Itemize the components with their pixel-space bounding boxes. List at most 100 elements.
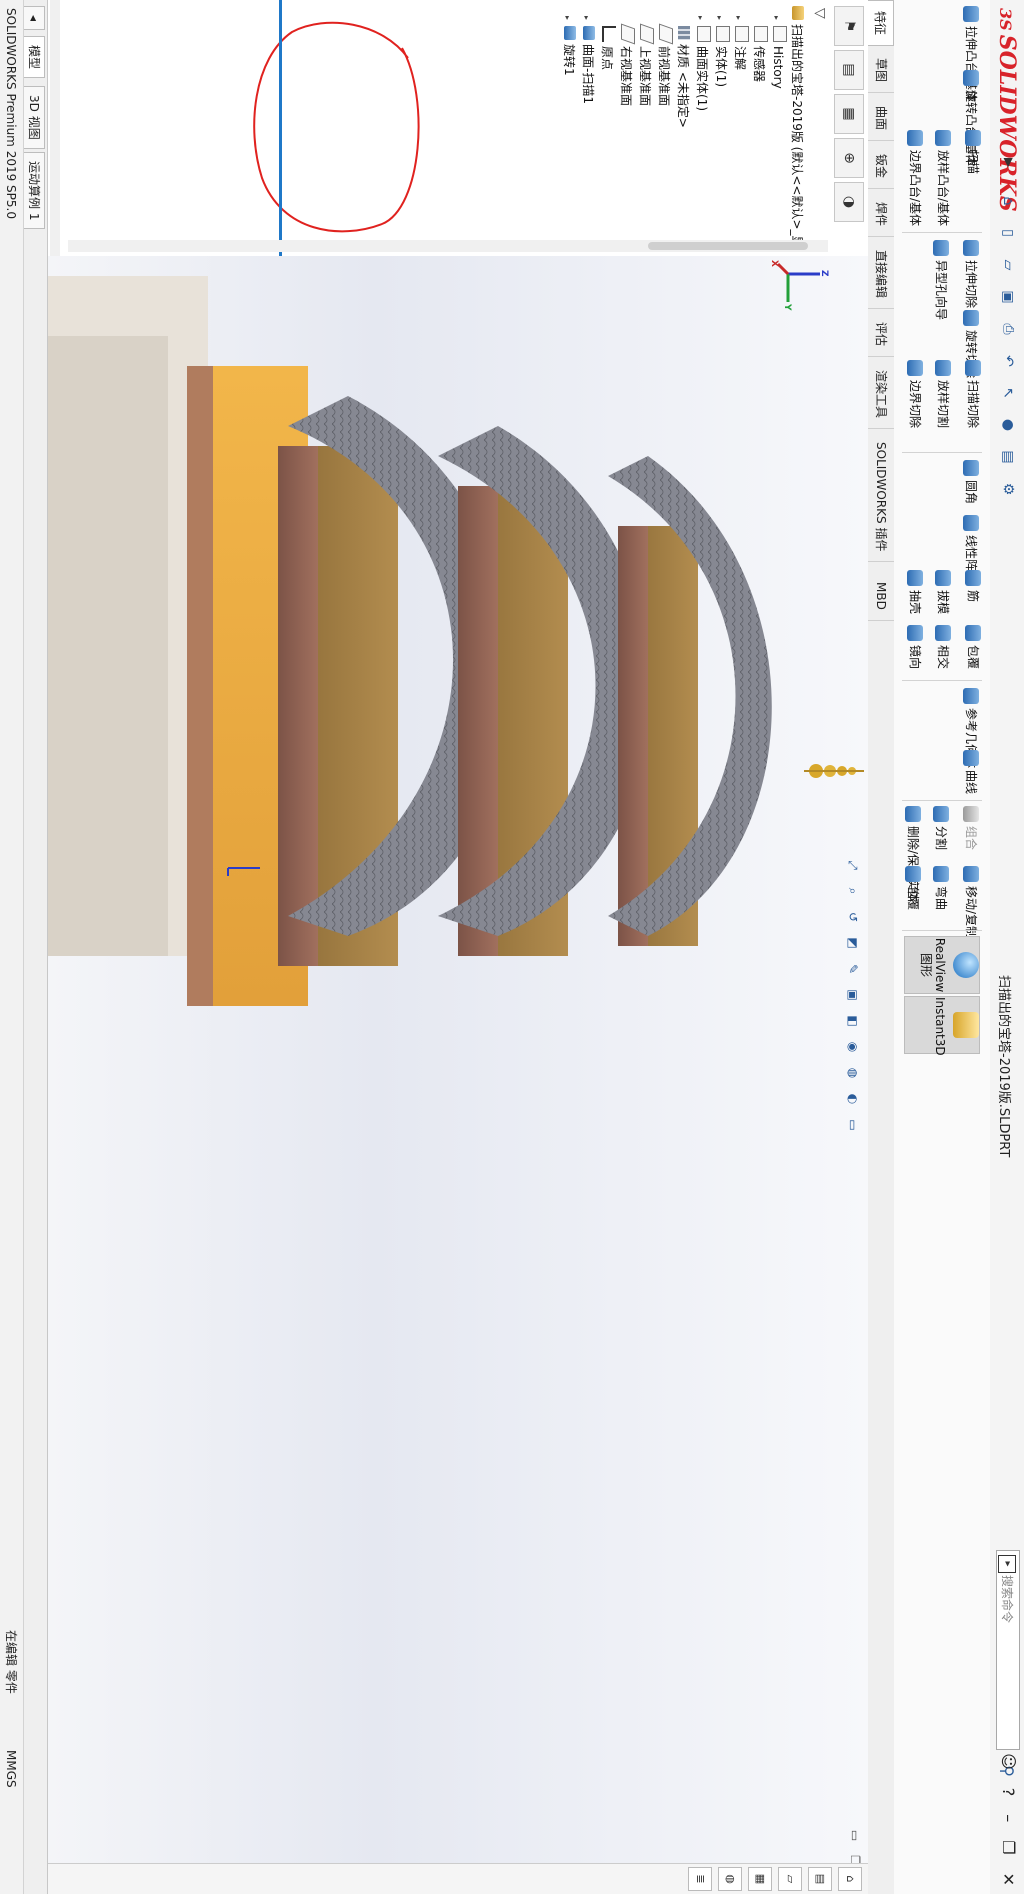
tree-item-annotations[interactable]: ▸ 注解 [730,6,749,246]
traffic-light-icon[interactable]: ● [998,414,1018,436]
expand-icon[interactable]: ▸ [710,16,729,26]
save-icon[interactable]: ▣ [998,286,1018,308]
print-icon[interactable]: ⎙ [998,318,1018,340]
tab-evaluate[interactable]: 评估 [868,312,894,358]
wrap-button[interactable]: 包覆 [965,625,982,669]
tree-item-solid-bodies[interactable]: ▸ 实体(1) [711,6,730,246]
open-folder-icon[interactable]: ▱ [998,254,1018,276]
boundary-cut-button[interactable]: 边界切除 [907,360,924,428]
tree-item-top-plane[interactable]: 上视基准面 [635,6,654,246]
feature-manager-tab-icon[interactable]: ⚑ [834,6,864,46]
expand-icon[interactable]: ▸ [691,16,710,26]
new-document-icon[interactable]: ▯ [998,222,1018,244]
flex-button[interactable]: 弯曲 [933,866,950,910]
tab-sketch[interactable]: 草图 [868,48,894,94]
intersect-button[interactable]: 相交 [935,625,952,669]
lofted-cut-button[interactable]: 放样切割 [935,360,952,428]
sweep-button[interactable]: 扫描 [965,130,982,174]
custom-properties-icon[interactable]: ≣ [688,1867,712,1891]
rollback-bar[interactable] [279,0,282,256]
tree-item-surface-bodies[interactable]: ▸ 曲面实体(1) [692,6,711,246]
split-button[interactable]: 分割 [933,806,950,850]
appearances-icon[interactable]: ◍ [718,1867,742,1891]
shell-button[interactable]: 抽壳 [907,570,924,614]
view-palette-icon[interactable]: ▦ [748,1867,772,1891]
tree-horizontal-scrollbar[interactable] [50,0,60,256]
design-library-icon[interactable]: ▤ [808,1867,832,1891]
configuration-manager-tab-icon[interactable]: ▦ [834,94,864,134]
tree-item-right-plane[interactable]: 右视基准面 [616,6,635,246]
unit-system-button[interactable]: MMGS [0,1750,23,1788]
tree-item-sensors[interactable]: 传感器 [749,6,768,246]
tab-solidworks-addins[interactable]: SOLIDWORKS 插件 [868,432,894,563]
property-manager-tab-icon[interactable]: ▤ [834,50,864,90]
tree-item-origin[interactable]: 原点 [597,6,616,246]
separator [902,232,982,233]
fillet-button[interactable]: 圆角 [963,460,980,504]
file-explorer-icon[interactable]: ▱ [778,1867,802,1891]
home-icon[interactable]: ⌂ [998,190,1018,212]
separator [902,930,982,931]
tree-item-material[interactable]: 材质 <未指定> [673,6,692,246]
tree-root-part[interactable]: 扫描出的宝塔-2019版 (默认<<默认>_显 [787,6,806,248]
curves-icon [963,750,980,766]
instant3d-button[interactable]: Instant3D [904,996,980,1056]
realview-graphics-button[interactable]: RealView 图形 [904,936,980,994]
tab-direct-editing[interactable]: 直接编辑 [868,240,894,310]
boundary-boss-button[interactable]: 边界凸台/基体 [907,130,924,226]
file-properties-icon[interactable]: ▤ [998,446,1018,468]
menu-expand-icon[interactable]: ▶ [1002,158,1016,167]
select-cursor-icon[interactable]: ↖ [998,382,1018,404]
display-manager-tab-icon[interactable]: ◑ [834,182,864,222]
rib-button[interactable]: 筋 [965,570,982,602]
expand-icon[interactable]: ▸ [729,16,748,26]
tab-sheet-metal[interactable]: 钣金 [868,144,894,190]
tree-item-history[interactable]: ▸ History [768,6,787,246]
tab-mbd[interactable]: MBD [868,572,894,621]
mirror-button[interactable]: 镜向 [907,625,924,669]
wrap-2-icon [905,866,922,882]
logo-prefix: 3S [996,8,1015,31]
undo-icon[interactable]: ↶ [998,350,1018,372]
loft-boss-button[interactable]: 放样凸台/基体 [935,130,952,226]
options-gear-icon[interactable]: ⚙ [998,478,1018,500]
close-icon[interactable]: ✕ [999,1873,1018,1886]
scrollbar-thumb[interactable] [648,242,808,250]
wrap-2-button[interactable]: 包覆 [905,866,922,910]
help-icon[interactable]: ? [999,1788,1018,1797]
tab-features[interactable]: 特征 [867,0,894,47]
search-filter-icon[interactable]: ▸ [998,1555,1016,1573]
tree-scrollbar[interactable] [68,240,828,252]
tree-item-revolve[interactable]: ▸ 旋转1 [559,6,578,246]
expand-icon[interactable]: ▸ [558,16,577,26]
pagoda-model[interactable] [48,256,868,1894]
command-tabs: 特征 草图 曲面 钣金 焊件 直接编辑 评估 渲染工具 SOLIDWORKS 插… [867,0,894,1894]
combine-button[interactable]: 组合 [963,806,980,850]
expand-icon[interactable]: ▸ [577,16,596,26]
dimxpert-tab-icon[interactable]: ⊕ [834,138,864,178]
tab-motion-study[interactable]: 运动算例 1 [23,152,45,230]
restore-icon[interactable]: ❐ [999,1840,1018,1854]
draft-button[interactable]: 拔模 [935,570,952,614]
command-search-input[interactable]: ▸ 搜索命令 ⚲ [996,1550,1020,1777]
tab-surfaces[interactable]: 曲面 [868,96,894,142]
filter-icon[interactable]: ▽ [810,8,828,28]
nav-arrow-icon[interactable]: ◂ [23,6,45,31]
tab-model[interactable]: 模型 [23,36,45,79]
tab-weldments[interactable]: 焊件 [868,192,894,238]
tab-render-tools[interactable]: 渲染工具 [868,360,894,430]
expand-icon[interactable]: ▸ [767,16,786,26]
hole-wizard-button[interactable]: 异型孔向导 [933,240,950,320]
user-icon[interactable]: ☺ [999,1753,1018,1770]
minimize-icon[interactable]: – [999,1814,1018,1822]
graphics-viewport[interactable]: ⤢ ⌕ ↺ ◩ ✎ ▣ ◧ ◉ ◍ ◐ ▭ ▭ ❐ ✕ Z Y X [48,256,868,1894]
solidworks-resources-icon[interactable]: ⌂ [838,1867,862,1891]
curves-button[interactable]: 曲线 [963,750,980,794]
tree-item-front-plane[interactable]: 前视基准面 [654,6,673,246]
sweep-cut-button[interactable]: 扫描切除 [965,360,982,428]
tab-3d-views[interactable]: 3D 视图 [23,86,45,149]
tree-item-surface-sweep[interactable]: ▸ 曲面-扫描1 [578,6,597,246]
solidworks-logo[interactable]: 3S SOLIDWORKS [994,8,1020,212]
extrude-cut-button[interactable]: 拉伸切除 [963,240,980,308]
wrap-icon [965,625,982,641]
